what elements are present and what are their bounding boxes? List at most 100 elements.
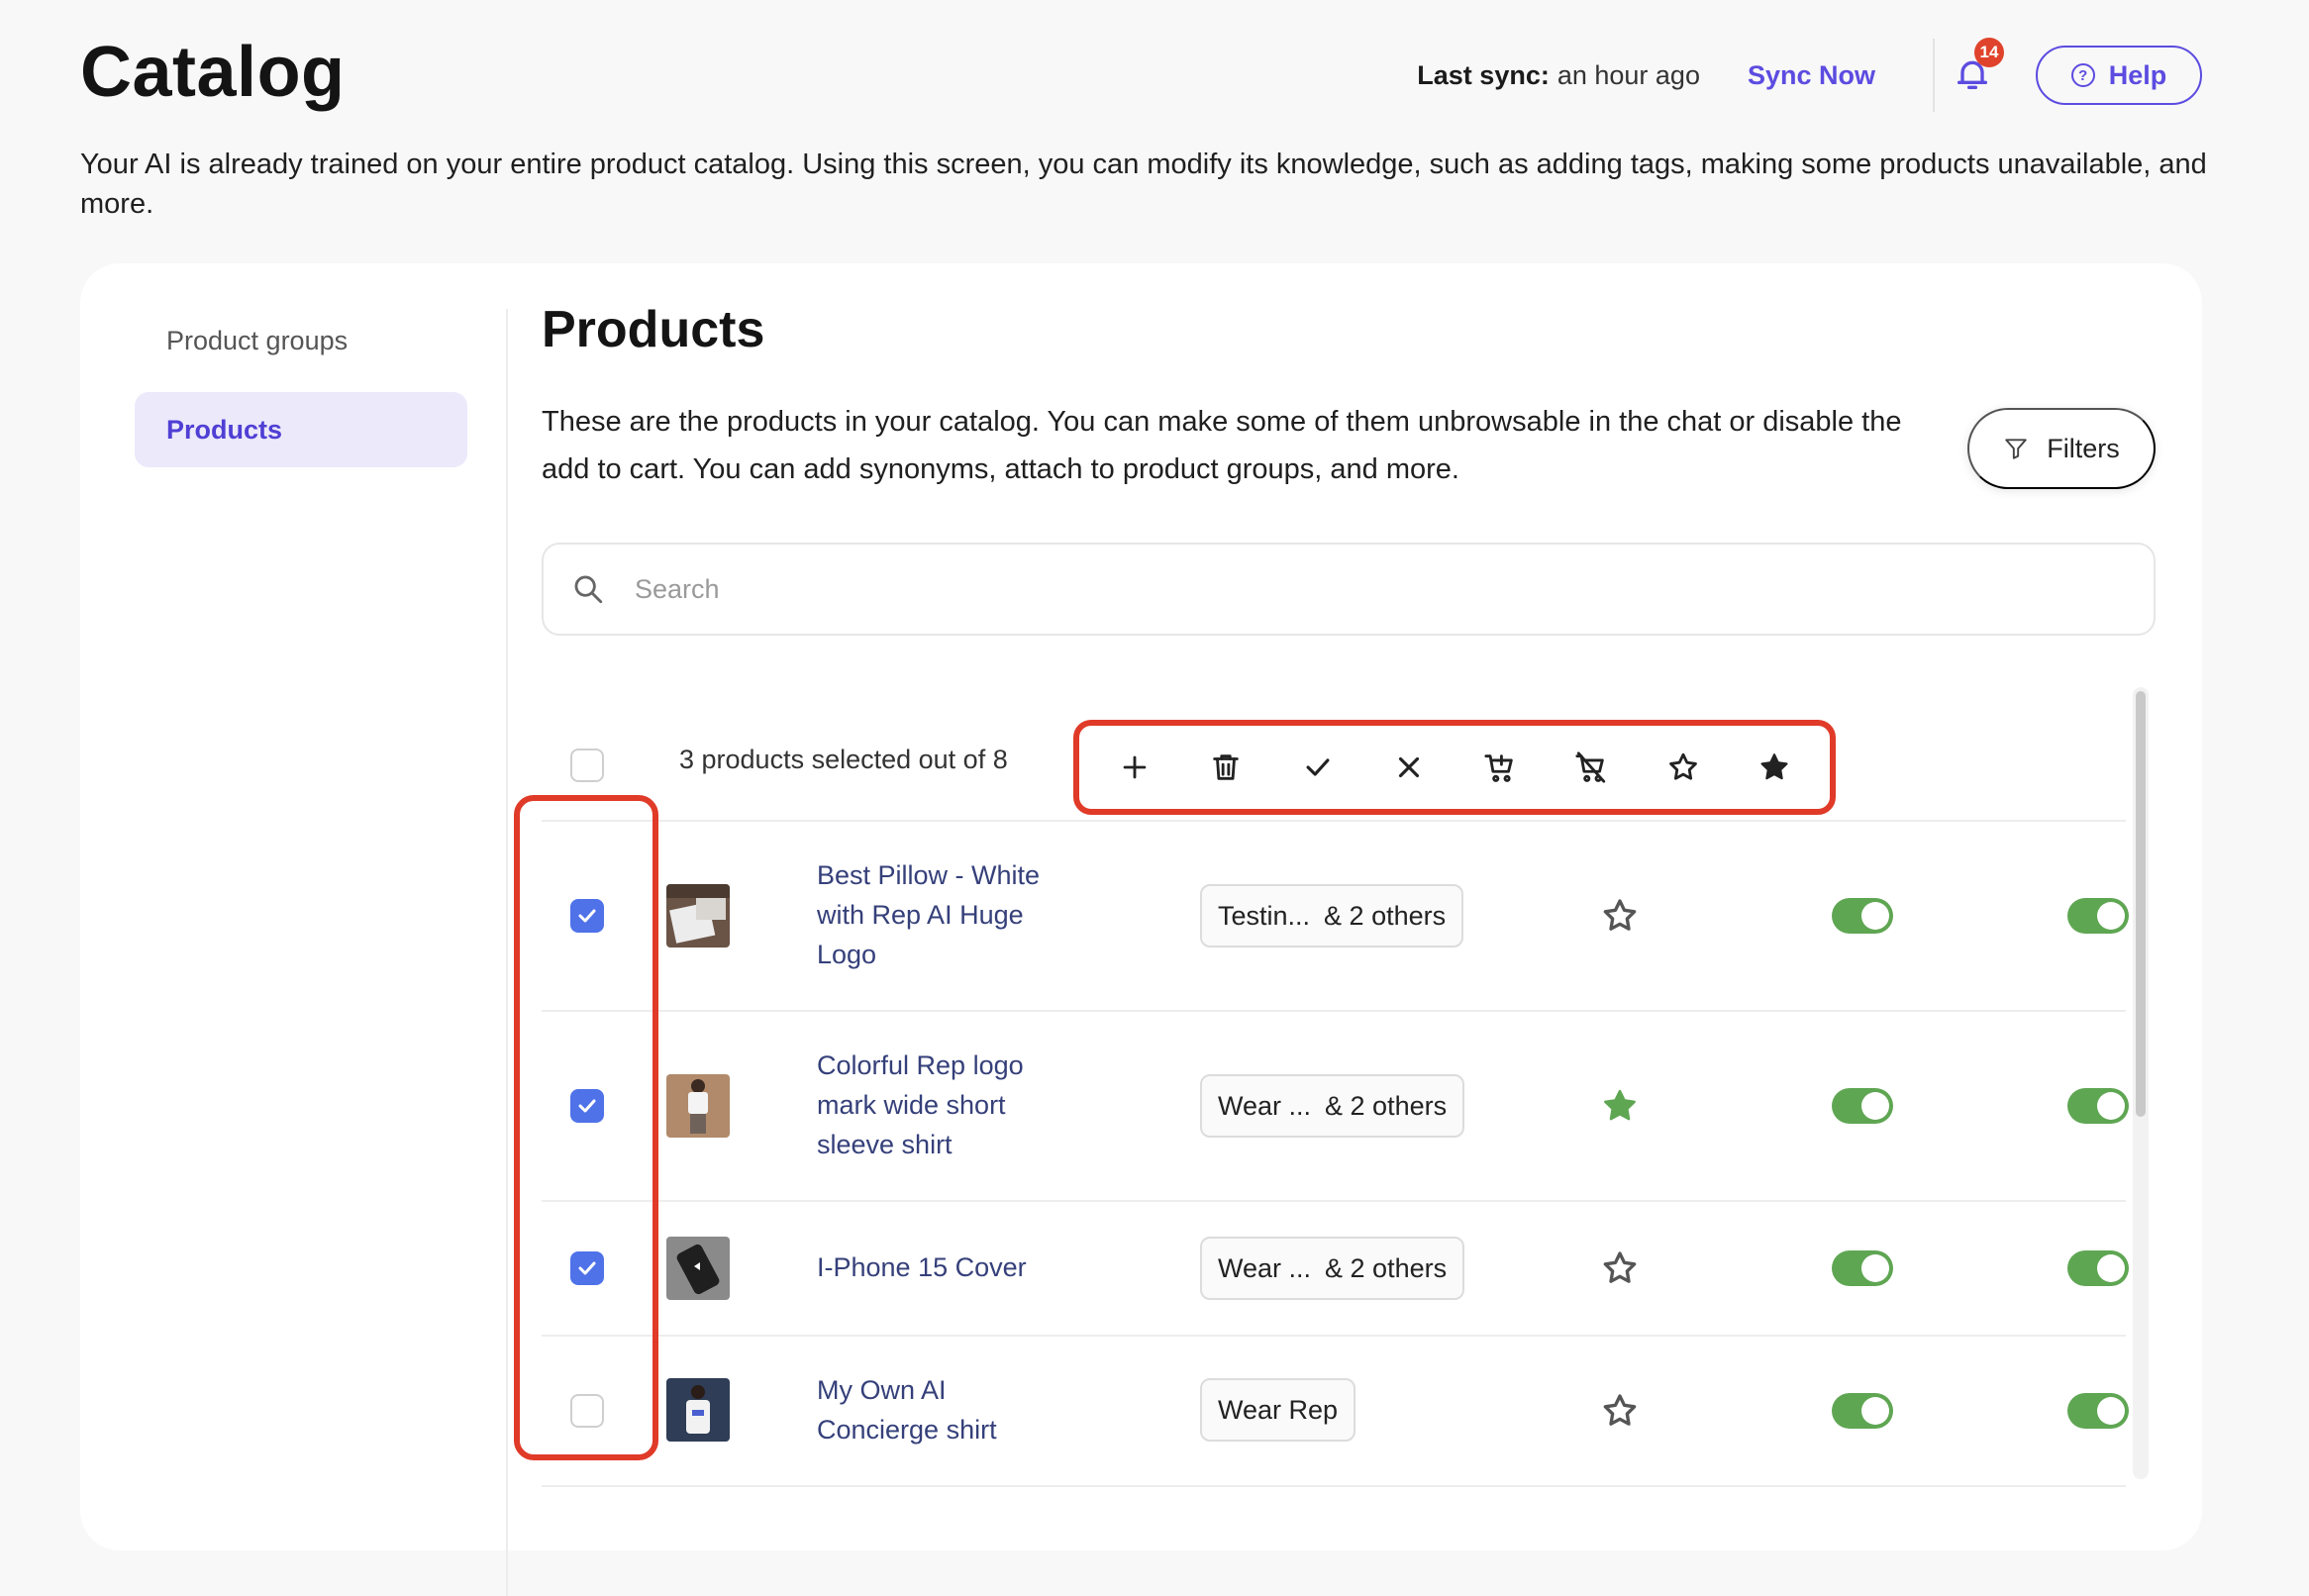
- tag-label: Wear ...: [1218, 1252, 1312, 1283]
- page-title: Catalog: [80, 33, 346, 112]
- star-filled-icon[interactable]: [1600, 1086, 1640, 1126]
- filters-button[interactable]: Filters: [1967, 408, 2156, 489]
- cart-remove-icon: [1575, 751, 1606, 783]
- add-button[interactable]: [1115, 748, 1154, 787]
- close-icon: [1398, 756, 1419, 778]
- trash-icon: [1213, 754, 1240, 780]
- help-label: Help: [2108, 59, 2167, 90]
- table-row: Colorful Rep logo mark wide short sleeve…: [542, 1012, 2129, 1202]
- product-name[interactable]: Colorful Rep logo mark wide short sleeve…: [817, 1046, 1074, 1164]
- toggle-knob: [1861, 1092, 1889, 1120]
- table-row: I-Phone 15 Cover Wear ... & 2 others: [542, 1202, 2129, 1337]
- star-filled-icon: [1760, 753, 1788, 780]
- row-checkbox[interactable]: [570, 899, 604, 933]
- table-row: My Own AI Concierge shirt Wear Rep: [542, 1337, 2129, 1487]
- tag-box[interactable]: Wear ... & 2 others: [1200, 1237, 1465, 1300]
- feature-button[interactable]: [1755, 748, 1794, 787]
- catalog-card: Product groups Products Products These a…: [80, 263, 2202, 1596]
- product-thumbnail: [666, 1074, 730, 1138]
- checkmark-icon: [578, 1099, 596, 1113]
- browsable-toggle[interactable]: [1832, 1088, 1893, 1124]
- add-to-cart-toggle[interactable]: [2067, 1250, 2129, 1286]
- sidebar-divider: [506, 309, 508, 1596]
- product-thumbnail: [666, 1237, 730, 1300]
- disable-button[interactable]: [1389, 748, 1429, 787]
- header-divider: [1933, 39, 1935, 112]
- tag-label: Wear Rep: [1218, 1394, 1339, 1425]
- sidebar-item-product-groups[interactable]: Product groups: [135, 303, 467, 378]
- add-to-cart-toggle[interactable]: [2067, 898, 2129, 934]
- search-icon: [574, 575, 603, 604]
- tag-box[interactable]: Testin... & 2 others: [1200, 884, 1464, 948]
- last-sync-value: an hour ago: [1556, 59, 1700, 90]
- product-thumbnail: [666, 1378, 730, 1442]
- toggle-knob: [1861, 902, 1889, 930]
- product-name[interactable]: Best Pillow - White with Rep AI Huge Log…: [817, 855, 1074, 974]
- checkmark-icon: [578, 909, 596, 923]
- intro-text: Your AI is already trained on your entir…: [80, 149, 2207, 220]
- tag-more: & 2 others: [1325, 1252, 1448, 1283]
- products-table: 3 products selected out of 8 Best Pillow…: [542, 709, 2129, 1487]
- toggle-knob: [1861, 1254, 1889, 1282]
- browsable-toggle[interactable]: [1832, 1250, 1893, 1286]
- notification-badge: 14: [1974, 38, 2004, 67]
- row-checkbox[interactable]: [570, 1251, 604, 1285]
- product-name[interactable]: I-Phone 15 Cover: [817, 1247, 1074, 1287]
- browsable-toggle[interactable]: [1832, 898, 1893, 934]
- star-outline-icon: [1668, 752, 1697, 780]
- table-scrollbar[interactable]: [2133, 687, 2149, 1479]
- notifications-button[interactable]: 14: [1953, 38, 2004, 97]
- toggle-knob: [1861, 1397, 1889, 1425]
- check-icon: [1306, 758, 1330, 776]
- filter-icon: [2005, 439, 2027, 459]
- cart-add-icon: [1484, 754, 1513, 782]
- tag-label: Wear ...: [1218, 1090, 1312, 1121]
- filters-label: Filters: [2047, 433, 2120, 463]
- selection-bar: 3 products selected out of 8: [542, 709, 2126, 822]
- table-row: Best Pillow - White with Rep AI Huge Log…: [542, 822, 2129, 1012]
- toggle-knob: [2097, 1397, 2125, 1425]
- row-checkbox[interactable]: [570, 1089, 604, 1123]
- toggle-knob: [2097, 1254, 2125, 1282]
- products-description: These are the products in your catalog. …: [542, 406, 1902, 485]
- sidebar-item-label: Products: [166, 414, 283, 445]
- delete-button[interactable]: [1206, 748, 1246, 787]
- enable-cart-button[interactable]: [1480, 748, 1520, 787]
- enable-button[interactable]: [1298, 748, 1338, 787]
- add-to-cart-toggle[interactable]: [2067, 1393, 2129, 1429]
- products-title: Products: [542, 301, 765, 358]
- tag-box[interactable]: Wear ... & 2 others: [1200, 1074, 1465, 1138]
- scrollbar-thumb[interactable]: [2136, 691, 2146, 1117]
- selection-count: 3 products selected out of 8: [679, 745, 1008, 774]
- search-input[interactable]: [633, 572, 2023, 606]
- add-to-cart-toggle[interactable]: [2067, 1088, 2129, 1124]
- search-box: [542, 543, 2156, 636]
- bulk-action-toolbar: [1073, 720, 1836, 815]
- header-actions: Last sync: an hour ago Sync Now 14 ? Help: [1417, 38, 2202, 112]
- tag-more: & 2 others: [1325, 1090, 1448, 1121]
- sidebar-item-products[interactable]: Products: [135, 392, 467, 467]
- unfeature-button[interactable]: [1663, 748, 1703, 787]
- sidebar-item-label: Product groups: [166, 325, 349, 355]
- tag-more: & 2 others: [1324, 900, 1447, 931]
- product-thumbnail: [666, 884, 730, 948]
- sync-now-button[interactable]: Sync Now: [1748, 60, 1875, 91]
- last-sync-label: Last sync:: [1417, 59, 1550, 90]
- tag-label: Testin...: [1218, 900, 1311, 931]
- browsable-toggle[interactable]: [1832, 1393, 1893, 1429]
- help-button[interactable]: ? Help: [2036, 46, 2202, 105]
- product-name[interactable]: My Own AI Concierge shirt: [817, 1370, 1074, 1449]
- star-outline-icon[interactable]: [1600, 1248, 1640, 1288]
- question-icon: ?: [2070, 63, 2095, 87]
- side-nav: Product groups Products: [135, 303, 467, 481]
- checkmark-icon: [578, 1261, 596, 1275]
- select-all-checkbox[interactable]: [570, 748, 604, 782]
- row-checkbox[interactable]: [570, 1394, 604, 1428]
- toggle-knob: [2097, 902, 2125, 930]
- last-sync: Last sync: an hour ago: [1417, 60, 1700, 91]
- disable-cart-button[interactable]: [1571, 748, 1611, 787]
- star-outline-icon[interactable]: [1600, 896, 1640, 936]
- star-outline-icon[interactable]: [1600, 1391, 1640, 1431]
- add-icon: [1123, 755, 1147, 779]
- tag-box[interactable]: Wear Rep: [1200, 1378, 1356, 1442]
